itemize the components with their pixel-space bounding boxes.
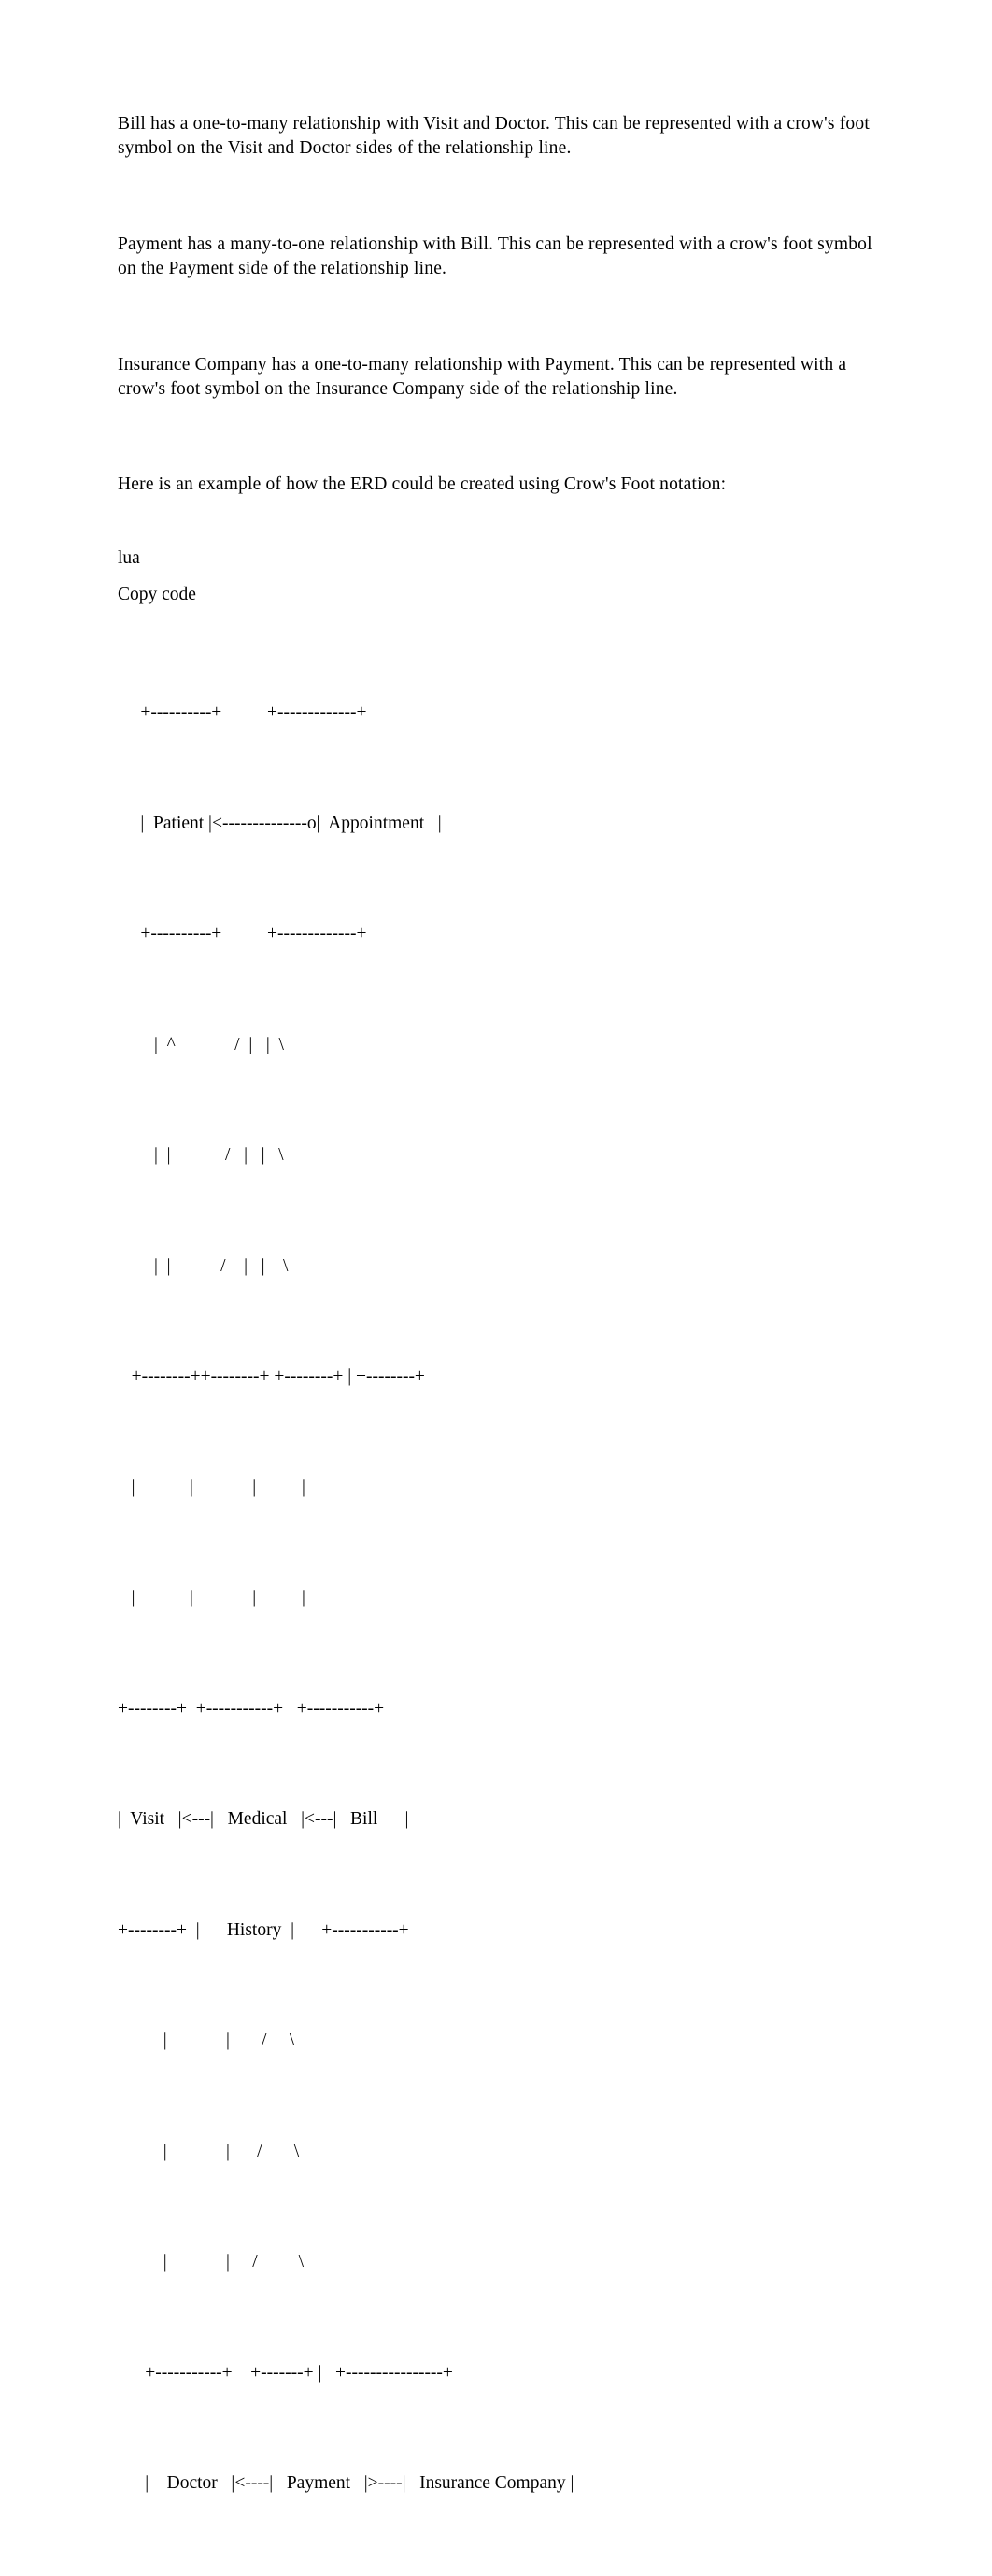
ascii-line: +----------+ +-------------+ [118, 702, 367, 722]
paragraph-insurance-relationship: Insurance Company has a one-to-many rela… [118, 355, 847, 399]
document-page: Bill has a one-to-many relationship with… [0, 0, 992, 2493]
ascii-line: | Visit |<---| Medical |<---| Bill | [118, 1809, 409, 1829]
ascii-line: +--------+ | History | +-----------+ [118, 1919, 409, 1940]
ascii-line: | | / \ [118, 2141, 300, 2161]
document-content: Bill has a one-to-many relationship with… [118, 112, 874, 2576]
ascii-line: | | / \ [118, 2252, 305, 2272]
ascii-line: | Patient |<--------------o| Appointment… [118, 813, 442, 833]
paragraph-payment-relationship: Payment has a many-to-one relationship w… [118, 234, 872, 278]
code-language-label: lua [118, 548, 140, 568]
ascii-line: | | | | [118, 1477, 305, 1497]
paragraph-erd-example-intro: Here is an example of how the ERD could … [118, 474, 727, 494]
ascii-line: | | / | | \ [118, 1145, 284, 1165]
copy-code-button[interactable]: Copy code [118, 583, 874, 607]
ascii-line: | ^ / | | \ [118, 1034, 284, 1054]
ascii-line: | | / \ [118, 2031, 295, 2050]
ascii-line: +--------+ +-----------+ +-----------+ [118, 1698, 385, 1719]
ascii-line: | | | | [118, 1588, 305, 1607]
ascii-line: | | / | | \ [118, 1255, 289, 1276]
ascii-line: +-----------+ +-------+ | +-------------… [118, 2362, 453, 2383]
paragraph-bill-relationship: Bill has a one-to-many relationship with… [118, 114, 870, 158]
erd-ascii-diagram: +----------+ +-------------+ | Patient |… [118, 620, 874, 2576]
ascii-line: +----------+ +-------------+ [118, 924, 367, 943]
ascii-line: | Doctor |<----| Payment |>----| Insuran… [118, 2473, 574, 2493]
ascii-line: +--------++--------+ +--------+ | +-----… [118, 1366, 425, 1386]
